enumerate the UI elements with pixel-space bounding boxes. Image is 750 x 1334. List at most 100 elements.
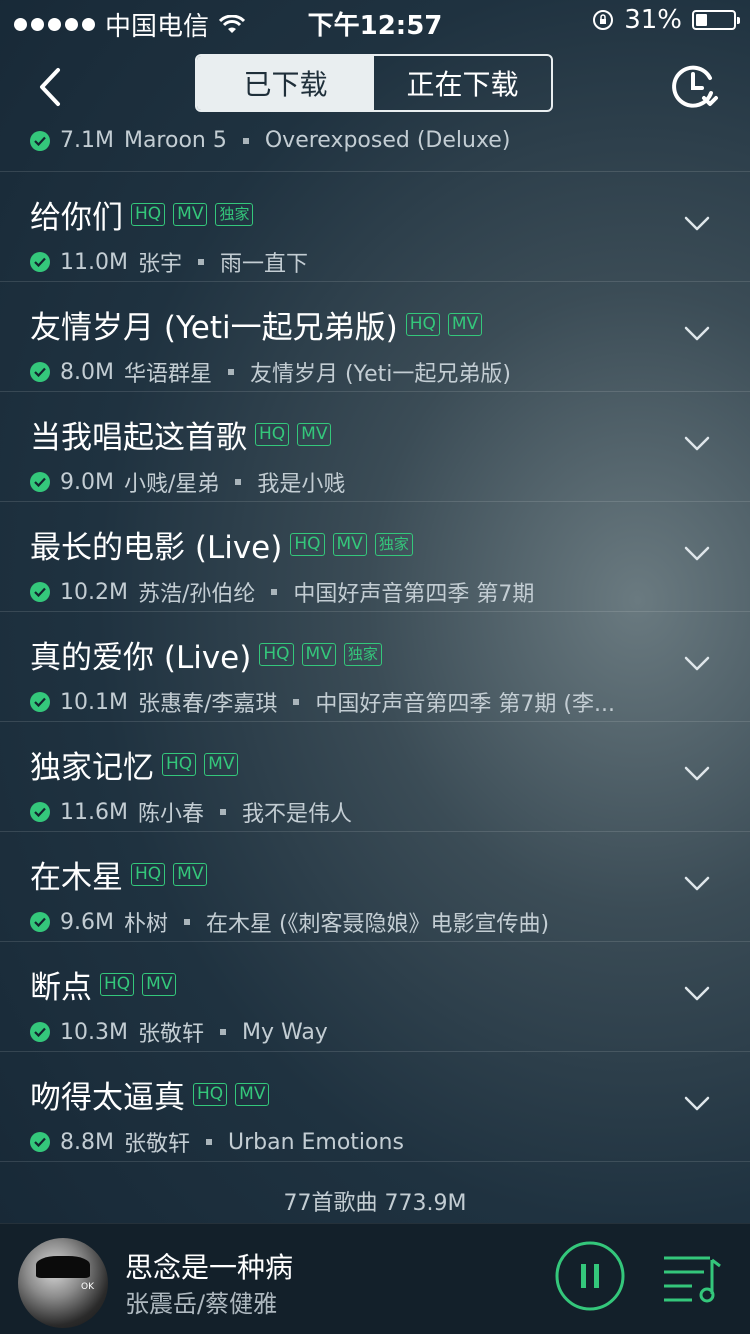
song-title: 最长的电影 (Live)	[30, 530, 283, 566]
mv-badge: MV	[297, 423, 332, 446]
rotation-lock-icon	[593, 10, 614, 30]
mv-badge: MV	[235, 1083, 270, 1106]
history-clock-icon[interactable]	[666, 60, 720, 114]
list-item[interactable]: 给你们 HQ MV 独家 11.0M 张宇 雨一直下	[0, 172, 750, 282]
download-segment-control: 已下载 正在下载	[195, 54, 553, 112]
status-bar: 中国电信 下午12:57 31%	[0, 0, 750, 42]
list-item[interactable]: 最长的电影 (Live) HQ MV 独家 10.2M 苏浩/孙伯纶 中国好声音第四季 第7…	[0, 502, 750, 612]
chevron-down-icon[interactable]	[684, 326, 710, 342]
separator	[183, 919, 190, 925]
hq-badge: HQ	[100, 973, 135, 996]
downloaded-check-icon	[30, 362, 50, 382]
song-title: 真的爱你 (Live)	[30, 640, 252, 676]
song-title: 在木星	[30, 860, 123, 896]
album-art-text: OK	[81, 1282, 94, 1292]
separator	[205, 1139, 212, 1145]
artist-name: 张惠春/李嘉琪	[137, 692, 278, 717]
hq-badge: HQ	[405, 313, 440, 336]
list-item[interactable]: 真的爱你 (Live) HQ MV 独家 10.1M 张惠春/李嘉琪 中国好声音第四季 第7…	[0, 612, 750, 722]
file-size: 9.0M	[60, 469, 114, 495]
downloaded-check-icon	[30, 252, 50, 272]
back-button[interactable]	[28, 62, 78, 112]
mv-badge: MV	[332, 533, 367, 556]
chevron-down-icon[interactable]	[684, 436, 710, 452]
list-item[interactable]: 吻得太逼真 HQ MV 8.8M 张敬轩 Urban Emotions	[0, 1052, 750, 1162]
separator	[219, 1029, 226, 1035]
album-art[interactable]: OK	[18, 1238, 108, 1328]
hq-badge: HQ	[131, 203, 166, 226]
artist-name: 小贱/星弟	[123, 472, 220, 497]
hq-badge: HQ	[290, 533, 325, 556]
album-name: My Way	[241, 1019, 328, 1045]
file-size: 7.1M	[60, 128, 114, 153]
playlist-icon[interactable]	[662, 1252, 722, 1304]
separator	[242, 137, 249, 144]
separator	[197, 259, 204, 265]
separator	[219, 809, 226, 815]
chevron-down-icon[interactable]	[684, 986, 710, 1002]
artist-name: 张敬轩	[123, 1132, 190, 1157]
list-item[interactable]: 当我唱起这首歌 HQ MV 9.0M 小贱/星弟 我是小贱	[0, 392, 750, 502]
album-name: Urban Emotions	[227, 1129, 404, 1155]
song-title: 断点	[30, 970, 92, 1006]
album-name: 中国好声音第四季 第7期	[293, 582, 535, 607]
battery-percent: 31%	[624, 5, 682, 35]
chevron-down-icon[interactable]	[684, 876, 710, 892]
now-playing-artist: 张震岳/蔡健雅	[125, 1290, 278, 1318]
song-title: 当我唱起这首歌	[30, 420, 247, 456]
downloaded-song-list: 7.1M Maroon 5 Overexposed (Deluxe) 给你们 HQ…	[0, 118, 750, 1168]
hq-badge: HQ	[255, 423, 290, 446]
song-title: 给你们	[30, 200, 123, 236]
chevron-down-icon[interactable]	[684, 1096, 710, 1112]
chevron-down-icon[interactable]	[684, 216, 710, 232]
artist-name: 陈小春	[137, 802, 204, 827]
album-name: 中国好声音第四季 第7期 (李...	[315, 692, 615, 717]
artist-name: 朴树	[123, 912, 168, 937]
list-item[interactable]: 断点 HQ MV 10.3M 张敬轩 My Way	[0, 942, 750, 1052]
chevron-down-icon[interactable]	[684, 656, 710, 672]
list-item[interactable]: 在木星 HQ MV 9.6M 朴树 在木星 (《刺客聂隐娘》电影宣传曲)	[0, 832, 750, 942]
separator	[271, 589, 278, 595]
now-playing-title: 思念是一种病	[125, 1251, 294, 1284]
artist-name: 张敬轩	[137, 1022, 204, 1047]
list-item[interactable]: 友情岁月 (Yeti一起兄弟版) HQ MV 8.0M 华语群星 友情岁月 (Yeti一起…	[0, 282, 750, 392]
hq-badge: HQ	[259, 643, 294, 666]
exclusive-badge: 独家	[343, 643, 382, 666]
file-size: 11.6M	[60, 799, 128, 825]
tab-downloaded[interactable]: 已下载	[197, 56, 374, 110]
mini-player[interactable]: OK 思念是一种病 张震岳/蔡健雅	[0, 1223, 750, 1334]
album-name: 我是小贱	[257, 472, 346, 497]
hq-badge: HQ	[193, 1083, 228, 1106]
file-size: 8.8M	[60, 1129, 114, 1155]
mv-badge: MV	[142, 973, 177, 996]
list-item[interactable]: 7.1M Maroon 5 Overexposed (Deluxe)	[0, 118, 750, 172]
song-title: 友情岁月 (Yeti一起兄弟版)	[30, 310, 398, 346]
mv-badge: MV	[173, 203, 208, 226]
album-name: Overexposed (Deluxe)	[264, 128, 511, 153]
chevron-down-icon[interactable]	[684, 766, 710, 782]
download-summary: 77首歌曲 773.9M	[283, 1191, 467, 1216]
downloaded-check-icon	[30, 582, 50, 602]
mv-badge: MV	[173, 863, 208, 886]
pause-button[interactable]	[554, 1240, 626, 1312]
exclusive-badge: 独家	[374, 533, 413, 556]
exclusive-badge: 独家	[215, 203, 254, 226]
mv-badge: MV	[447, 313, 483, 336]
file-size: 11.0M	[60, 249, 128, 275]
file-size: 8.0M	[60, 359, 114, 385]
downloaded-check-icon	[30, 802, 50, 822]
chevron-down-icon[interactable]	[684, 546, 710, 562]
tab-downloading[interactable]: 正在下载	[374, 56, 551, 110]
list-item[interactable]: 独家记忆 HQ MV 11.6M 陈小春 我不是伟人	[0, 722, 750, 832]
artist-name: 苏浩/孙伯纶	[137, 582, 256, 607]
downloaded-check-icon	[30, 692, 50, 712]
downloaded-check-icon	[30, 472, 50, 492]
album-name: 友情岁月 (Yeti一起兄弟版)	[249, 362, 511, 387]
file-size: 10.3M	[60, 1019, 128, 1045]
downloaded-check-icon	[30, 912, 50, 932]
downloaded-check-icon	[30, 1022, 50, 1042]
album-name: 我不是伟人	[241, 802, 352, 827]
mv-badge: MV	[204, 753, 239, 776]
separator	[235, 479, 242, 485]
song-title: 吻得太逼真	[30, 1080, 185, 1116]
